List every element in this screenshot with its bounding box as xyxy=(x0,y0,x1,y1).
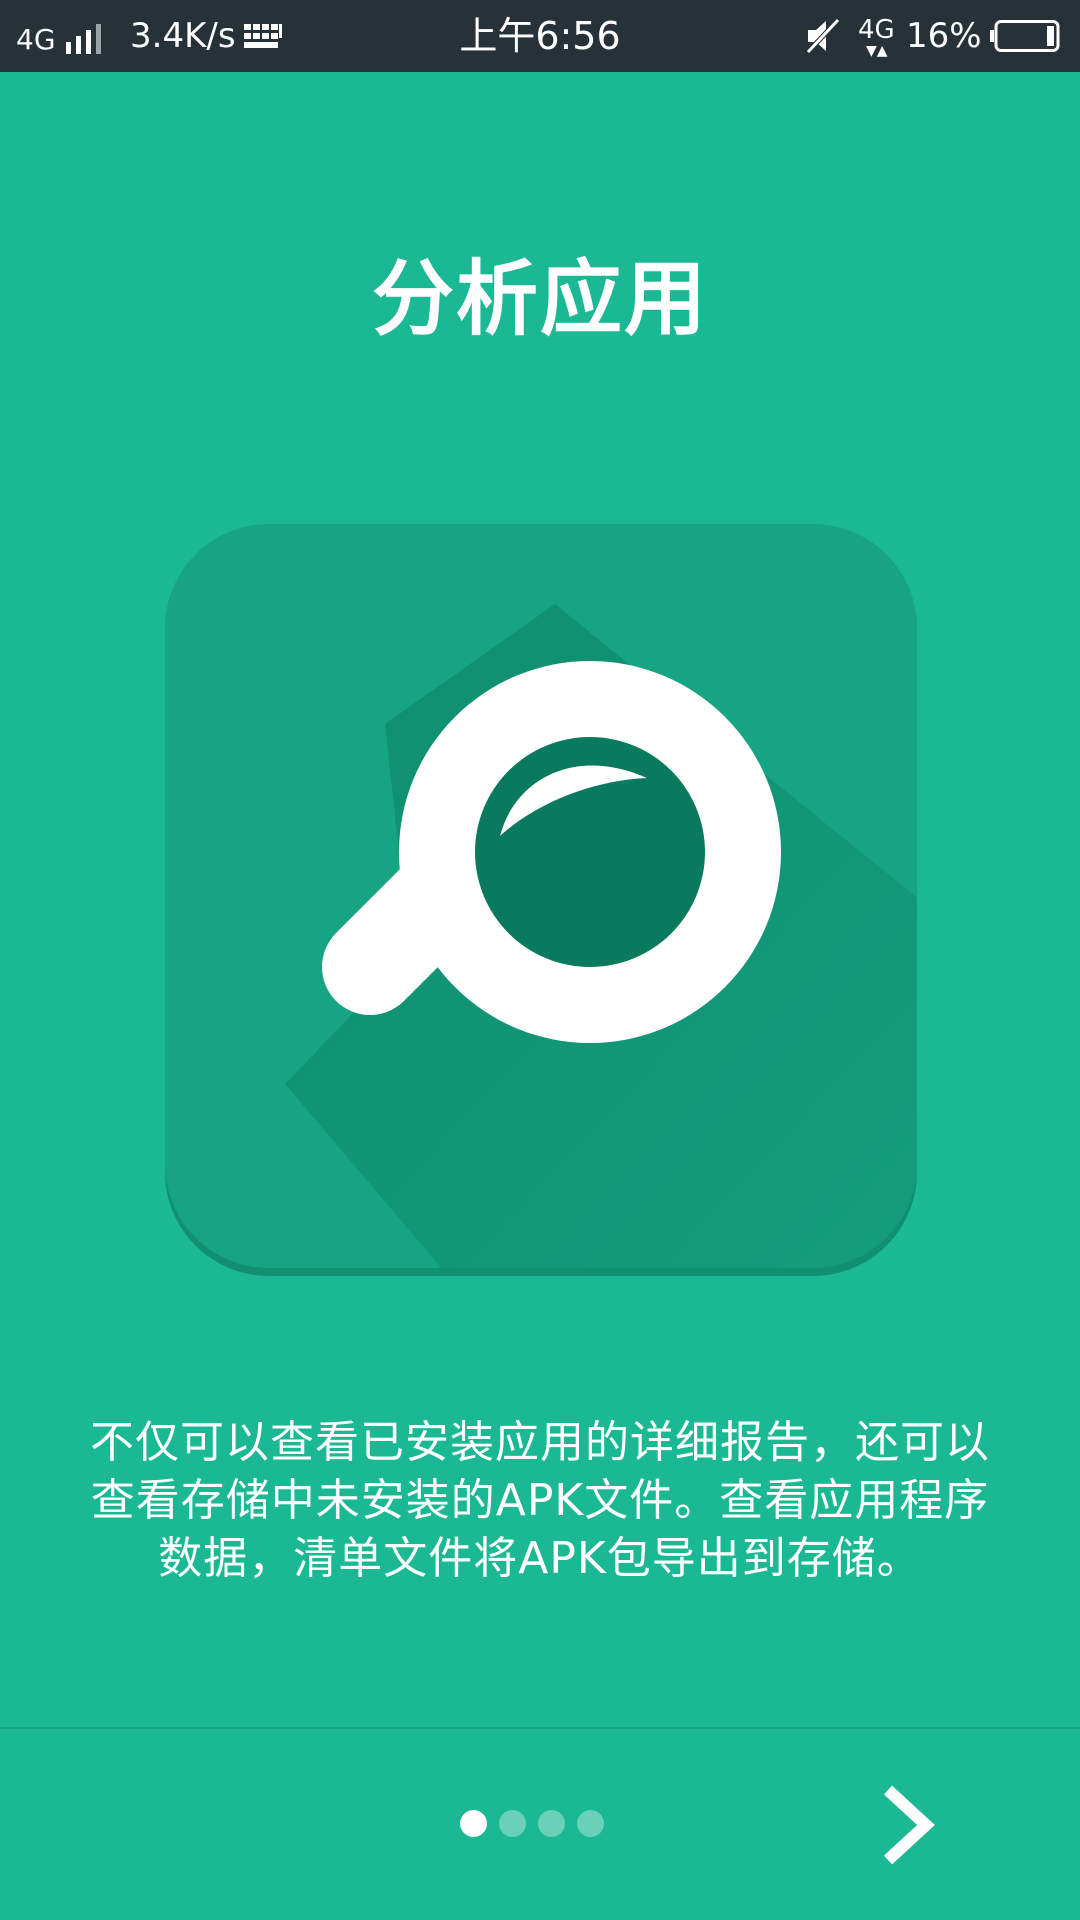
page-title: 分析应用 xyxy=(371,252,708,347)
battery-percentage: 16% xyxy=(906,16,982,56)
next-button[interactable] xyxy=(870,1782,950,1868)
battery-icon xyxy=(990,20,1060,52)
page-indicator xyxy=(460,1810,604,1838)
page-dot[interactable] xyxy=(577,1810,604,1837)
description-line: 查看存储中未安装的APK文件。查看应用程序 xyxy=(90,1475,990,1526)
page-dot[interactable] xyxy=(499,1810,526,1837)
description-line: 数据，清单文件将APK包导出到存储。 xyxy=(158,1533,922,1584)
data-activity-icon: ▼▲ xyxy=(866,43,888,59)
chevron-right-icon xyxy=(883,1785,935,1865)
status-bar: 4G 3.4K/s 上午6:56 4G ▼▲ 16% xyxy=(0,0,1080,72)
magnifier-icon xyxy=(165,524,917,1276)
page-dot-active[interactable] xyxy=(460,1810,487,1837)
bottom-divider xyxy=(0,1727,1080,1729)
muted-sound-icon xyxy=(806,18,840,54)
page-dot[interactable] xyxy=(538,1810,565,1837)
feature-description: 不仅可以查看已安装应用的详细报告，还可以 查看存储中未安装的APK文件。查看应用… xyxy=(40,1414,1040,1588)
description-line: 不仅可以查看已安装应用的详细报告，还可以 xyxy=(90,1417,990,1468)
